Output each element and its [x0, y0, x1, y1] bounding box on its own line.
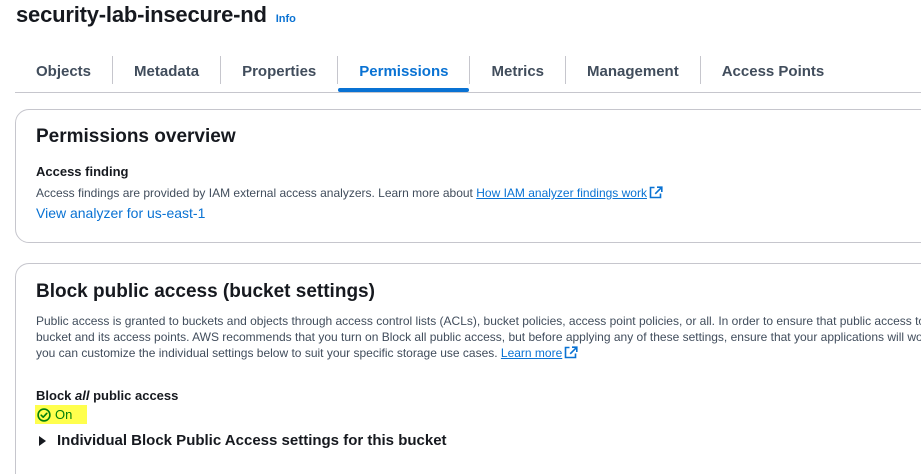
block-public-access-description: Public access is granted to buckets and …: [36, 313, 921, 361]
tab-permissions[interactable]: Permissions: [338, 52, 470, 92]
description-line: you can customize the individual setting…: [36, 345, 921, 361]
permissions-overview-card: Permissions overview Access finding Acce…: [15, 109, 921, 243]
description-line: Public access is granted to buckets and …: [36, 314, 921, 328]
check-circle-icon: [37, 407, 51, 422]
block-public-access-card: Block public access (bucket settings) Pu…: [15, 263, 921, 474]
description-line: bucket and its access points. AWS recomm…: [36, 330, 921, 344]
info-link[interactable]: Info: [276, 13, 296, 25]
status-text: On: [55, 407, 73, 422]
iam-analyzer-findings-link[interactable]: How IAM analyzer findings work: [476, 186, 663, 200]
access-finding-label: Access finding: [36, 164, 129, 179]
access-finding-description: Access findings are provided by IAM exte…: [36, 186, 663, 200]
tab-objects[interactable]: Objects: [15, 52, 112, 90]
block-all-emphasis: all: [75, 388, 90, 403]
external-link-icon: [649, 186, 663, 199]
view-analyzer-link[interactable]: View analyzer for us-east-1: [36, 205, 205, 221]
tab-metadata[interactable]: Metadata: [113, 52, 220, 90]
block-public-access-title: Block public access (bucket settings): [36, 281, 375, 302]
tab-metrics[interactable]: Metrics: [470, 52, 565, 90]
bucket-tabs: Objects Metadata Properties Permissions …: [15, 52, 921, 93]
page-header: security-lab-insecure-nd Info: [16, 2, 296, 28]
learn-more-link-label: Learn more: [500, 346, 563, 360]
description-line-text: you can customize the individual setting…: [36, 346, 501, 360]
block-all-suffix: public access: [89, 388, 179, 403]
block-all-status: On: [35, 405, 87, 424]
block-all-public-access-label: Block all public access: [36, 388, 178, 403]
learn-more-link[interactable]: Learn more: [501, 346, 578, 360]
bucket-permissions-page: security-lab-insecure-nd Info Objects Me…: [0, 0, 921, 474]
tab-access-points[interactable]: Access Points: [701, 52, 846, 90]
page-title: security-lab-insecure-nd: [16, 2, 267, 27]
iam-analyzer-findings-link-label: How IAM analyzer findings work: [476, 186, 647, 200]
access-finding-text: Access findings are provided by IAM exte…: [36, 186, 477, 200]
tab-management[interactable]: Management: [566, 52, 700, 90]
caret-right-icon: [39, 435, 46, 446]
tab-properties[interactable]: Properties: [221, 52, 337, 90]
individual-settings-expander[interactable]: Individual Block Public Access settings …: [39, 432, 447, 449]
permissions-overview-title: Permissions overview: [36, 126, 236, 147]
external-link-icon: [564, 346, 578, 359]
block-all-prefix: Block: [36, 388, 76, 403]
individual-settings-label: Individual Block Public Access settings …: [57, 432, 447, 449]
